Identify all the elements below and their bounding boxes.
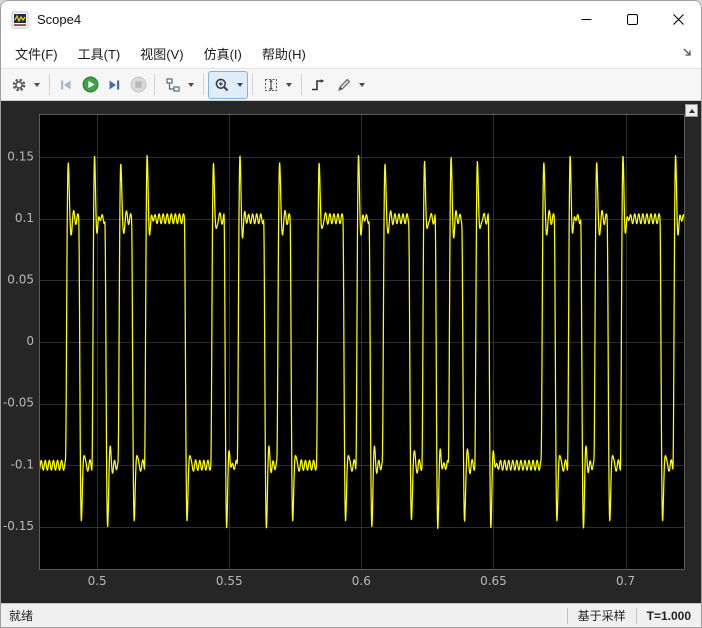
fit-to-view-button[interactable]: [259, 73, 283, 97]
zoom-button[interactable]: [210, 73, 234, 97]
statusbar: 就绪 基于采样 T=1.000: [1, 603, 701, 627]
sample-mode-text: 基于采样: [577, 609, 626, 623]
menu-help[interactable]: 帮助(H): [252, 39, 316, 68]
up-arrow-icon: [688, 108, 695, 113]
settings-group: [5, 71, 45, 99]
scope-app-icon: [11, 11, 29, 29]
minimize-icon: [581, 19, 591, 20]
simulink-hierarchy-icon: [166, 77, 180, 92]
menu-simulation[interactable]: 仿真(I): [194, 39, 252, 68]
fit-group: [257, 71, 297, 99]
menu-view[interactable]: 视图(V): [130, 39, 193, 68]
measurements-dropdown-caret[interactable]: [359, 82, 365, 87]
zoom-group: [208, 70, 248, 99]
run-play-icon: [82, 76, 98, 93]
run-button[interactable]: [78, 73, 102, 97]
step-forward-button[interactable]: [102, 73, 126, 97]
step-back-button[interactable]: [54, 73, 78, 97]
toolbar: [1, 68, 701, 101]
window-controls: [563, 1, 701, 38]
close-button[interactable]: [655, 1, 701, 38]
settings-dropdown-caret[interactable]: [34, 82, 40, 87]
simulation-time-text: T=1.000: [646, 608, 691, 623]
toolbar-separator: [49, 74, 50, 95]
status-text: 就绪: [9, 609, 34, 623]
titlebar: Scope4: [1, 1, 701, 38]
maximize-icon: [626, 14, 638, 25]
fit-dropdown-caret[interactable]: [286, 82, 292, 87]
toolbar-separator: [252, 74, 253, 95]
measurements-button[interactable]: [332, 73, 356, 97]
measurements-group: [330, 71, 370, 99]
collapse-menu-arrow-icon[interactable]: [681, 45, 693, 63]
waveform-canvas[interactable]: [1, 101, 701, 603]
maximize-button[interactable]: [609, 1, 655, 38]
scroll-up-button[interactable]: [685, 104, 698, 117]
hierarchy-button[interactable]: [161, 73, 185, 97]
scope-plot: [1, 101, 701, 603]
stop-icon: [130, 76, 146, 93]
toolbar-separator: [301, 74, 302, 95]
trigger-edge-icon: [312, 78, 325, 90]
step-forward-icon: [109, 80, 120, 89]
step-back-icon: [61, 80, 71, 89]
menu-tools[interactable]: 工具(T): [68, 39, 131, 68]
scope-window: Scope4 文件(F) 工具(T) 视图(V) 仿真(I) 帮助(H) 就绪 …: [0, 0, 702, 628]
close-icon: [672, 14, 684, 25]
settings-gear-icon: [12, 78, 26, 91]
minimize-button[interactable]: [563, 1, 609, 38]
measurements-icon: [338, 78, 351, 91]
hierarchy-dropdown-caret[interactable]: [188, 82, 194, 87]
zoom-icon: [215, 78, 229, 91]
toolbar-separator: [154, 74, 155, 95]
zoom-dropdown-caret[interactable]: [237, 82, 243, 87]
statusbar-right: 基于采样 T=1.000: [566, 604, 701, 627]
toolbar-separator: [203, 74, 204, 95]
menubar: 文件(F) 工具(T) 视图(V) 仿真(I) 帮助(H): [1, 38, 701, 68]
stop-button[interactable]: [126, 73, 150, 97]
fit-to-view-icon: [265, 78, 277, 91]
settings-button[interactable]: [7, 73, 31, 97]
trigger-button[interactable]: [306, 73, 330, 97]
window-title: Scope4: [37, 12, 82, 27]
hierarchy-group: [159, 71, 199, 99]
menu-file[interactable]: 文件(F): [5, 39, 68, 68]
